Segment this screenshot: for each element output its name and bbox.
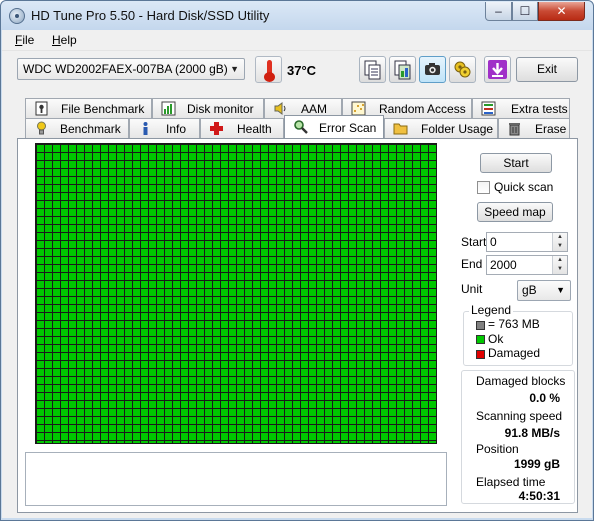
file-benchmark-icon — [35, 101, 48, 116]
tab-label: Info — [166, 122, 187, 136]
tab-label: Extra tests — [511, 102, 568, 116]
screenshot-camera-icon — [425, 63, 440, 75]
drive-select[interactable]: WDC WD2002FAEX-007BA (2000 gB) ▼ — [17, 58, 245, 80]
legend-damaged-label: Damaged — [488, 346, 541, 360]
tab-info[interactable]: Info — [129, 118, 200, 138]
copy-image-button[interactable] — [389, 56, 416, 83]
tab-label: Folder Usage — [421, 122, 494, 136]
client-area: WDC WD2002FAEX-007BA (2000 gB) ▼ 37°C Ex… — [2, 51, 592, 518]
spin-arrows-icon[interactable]: ▲ ▼ — [552, 233, 567, 251]
start-scan-button[interactable]: Start — [480, 153, 552, 173]
tab-benchmark[interactable]: Benchmark — [25, 118, 129, 138]
menu-help-label: elp — [60, 33, 77, 47]
spin-arrows-icon[interactable]: ▲ ▼ — [552, 256, 567, 274]
copy-text-icon — [364, 60, 381, 80]
menu-file-label: ile — [22, 33, 35, 47]
position-value: 1999 gB — [513, 457, 560, 471]
legend-swatch-ok — [476, 335, 485, 344]
block-map-grid — [35, 143, 437, 444]
end-spinbox[interactable]: 2000 ▲ ▼ — [486, 255, 568, 275]
menu-file[interactable]: File — [15, 33, 34, 47]
start-spinbox[interactable]: 0 ▲ ▼ — [486, 232, 568, 252]
folder-icon — [393, 123, 408, 135]
elapsed-time-label: Elapsed time — [476, 475, 546, 489]
benchmark-icon — [37, 121, 46, 135]
quick-scan-label: Quick scan — [494, 180, 554, 194]
close-button[interactable]: ✕ — [538, 2, 585, 21]
tab-erase[interactable]: Erase — [498, 118, 570, 138]
tab-error-scan[interactable]: Error Scan — [284, 115, 384, 138]
end-value: 2000 — [490, 258, 517, 272]
temperature-readout: 37°C — [287, 63, 317, 78]
menu-bar: File Help — [2, 30, 592, 51]
save-button[interactable] — [484, 56, 511, 83]
random-access-icon — [351, 101, 366, 116]
title-bar[interactable]: HD Tune Pro 5.50 - Hard Disk/SSD Utility… — [1, 1, 593, 30]
scan-log-area — [25, 452, 447, 506]
extra-tests-icon — [481, 101, 496, 116]
window-title: HD Tune Pro 5.50 - Hard Disk/SSD Utility — [31, 8, 270, 23]
tab-extra-tests[interactable]: Extra tests — [472, 98, 570, 118]
speaker-icon — [274, 102, 286, 115]
quick-scan-checkbox[interactable] — [477, 181, 490, 194]
legend-swatch-damaged — [476, 350, 485, 359]
minimize-button[interactable]: – — [485, 2, 512, 21]
unit-label: Unit — [461, 282, 483, 296]
legend-block-size: = 763 MB — [488, 317, 540, 331]
tab-label: Disk monitor — [187, 102, 254, 116]
tab-health[interactable]: Health — [200, 118, 284, 138]
options-button[interactable] — [449, 56, 476, 83]
copy-image-icon — [394, 60, 411, 80]
tab-label: Health — [237, 122, 272, 136]
speed-map-button[interactable]: Speed map — [477, 202, 553, 222]
options-icon — [454, 61, 471, 78]
thermometer-icon[interactable] — [255, 56, 282, 83]
legend-ok-label: Ok — [488, 332, 504, 346]
drive-select-value: WDC WD2002FAEX-007BA (2000 gB) — [23, 62, 228, 76]
disk-monitor-icon — [161, 101, 176, 116]
tab-label: File Benchmark — [61, 102, 145, 116]
end-label: End — [461, 257, 483, 271]
error-scan-panel: Start Quick scan Speed map Start 0 ▲ ▼ En… — [17, 138, 578, 513]
damaged-blocks-value: 0.0 % — [529, 391, 560, 405]
unit-select-value: gB — [522, 283, 537, 297]
position-label: Position — [476, 442, 519, 456]
start-label: Start — [461, 235, 487, 249]
tab-label: Erase — [535, 122, 567, 136]
chevron-down-icon: ▼ — [230, 64, 239, 74]
tab-label: Error Scan — [319, 121, 377, 135]
save-download-icon — [488, 60, 507, 79]
legend-swatch-block — [476, 321, 485, 330]
maximize-button[interactable]: ☐ — [512, 2, 538, 21]
elapsed-time-value: 4:50:31 — [518, 489, 560, 503]
trash-icon — [509, 123, 520, 136]
start-value: 0 — [490, 235, 497, 249]
hd-tune-app-icon[interactable] — [9, 8, 25, 24]
app-window: HD Tune Pro 5.50 - Hard Disk/SSD Utility… — [0, 0, 594, 521]
scanning-speed-label: Scanning speed — [476, 409, 563, 423]
tab-label: Benchmark — [60, 122, 121, 136]
unit-select[interactable]: gB ▼ — [517, 280, 571, 301]
damaged-blocks-label: Damaged blocks — [476, 374, 566, 388]
menu-help[interactable]: Help — [52, 33, 77, 47]
tab-label: Random Access — [379, 102, 466, 116]
tab-file-benchmark[interactable]: File Benchmark — [25, 98, 152, 118]
tab-label: AAM — [301, 102, 328, 116]
exit-button[interactable]: Exit — [516, 57, 578, 82]
chevron-down-icon: ▼ — [556, 285, 565, 295]
health-cross-icon — [210, 122, 223, 135]
scanning-speed-value: 91.8 MB/s — [504, 426, 560, 440]
tab-folder-usage[interactable]: Folder Usage — [384, 118, 498, 138]
magnifier-icon — [294, 120, 308, 134]
tab-disk-monitor[interactable]: Disk monitor — [152, 98, 264, 118]
legend-title: Legend — [469, 303, 514, 317]
info-icon — [143, 122, 148, 135]
screenshot-button[interactable] — [419, 56, 446, 83]
copy-text-button[interactable] — [359, 56, 386, 83]
menu-help-accel: H — [52, 33, 61, 47]
